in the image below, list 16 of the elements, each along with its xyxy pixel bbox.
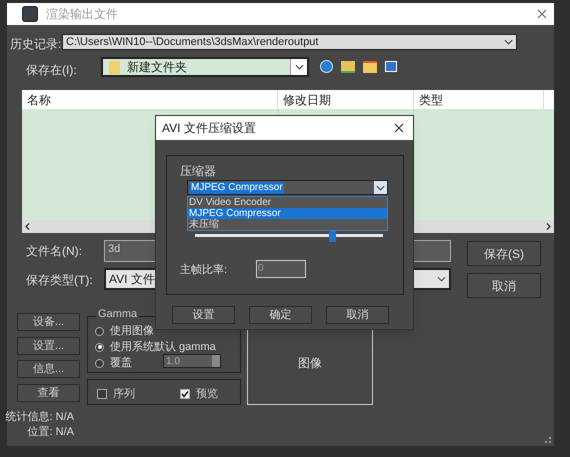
field-label: 文件名(N):: [26, 243, 82, 260]
field-label: 保存类型(T):: [26, 272, 93, 289]
option-label: 使用系统默认 gamma: [110, 340, 216, 355]
window-title: 渲染输出文件: [46, 6, 118, 23]
field-label: 主帧比率:: [180, 262, 228, 278]
stats-text: 统计信息: N/A: [6, 410, 74, 425]
field-label: 历史记录:: [10, 36, 62, 53]
field-label: 压缩器: [180, 163, 216, 180]
group-title: Gamma: [96, 309, 140, 320]
stats-text: 位置: N/A: [28, 425, 74, 440]
option-label: 覆盖: [110, 356, 132, 371]
field-label: 保存在(I):: [26, 62, 77, 79]
dialog-title: AVI 文件压缩设置: [162, 120, 256, 137]
checkbox-label: 预览: [196, 387, 218, 402]
option-label: 使用图像: [110, 324, 154, 339]
checkbox-label: 序列: [113, 386, 135, 402]
